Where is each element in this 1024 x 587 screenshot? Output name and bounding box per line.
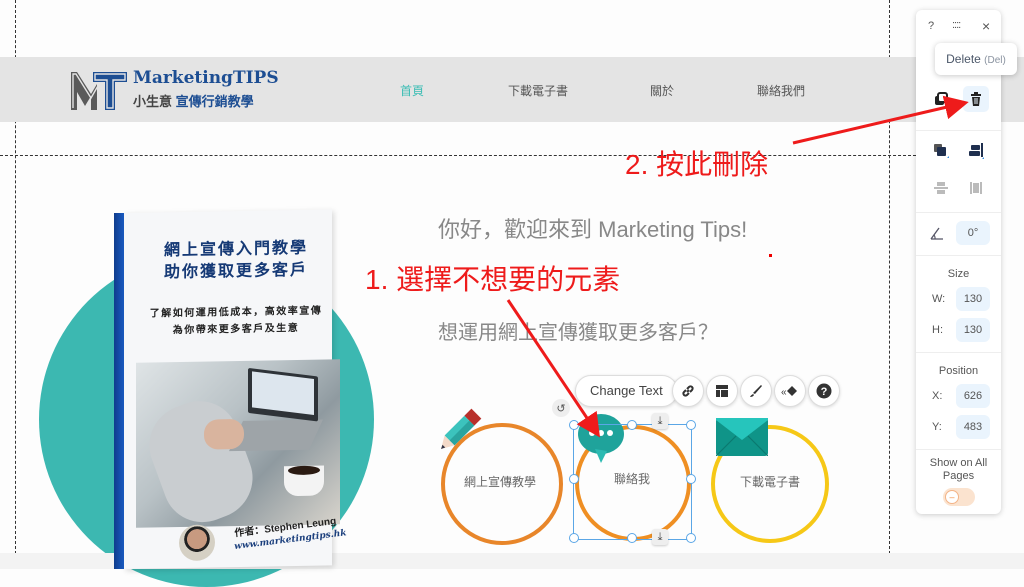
distribute-icon [934, 182, 948, 194]
ring-tutorial-label: 網上宣傳教學 [464, 475, 537, 489]
resize-handle-right[interactable] [686, 474, 696, 484]
delete-button[interactable] [963, 86, 989, 112]
layout-icon [716, 385, 728, 397]
animation-icon: « [781, 386, 797, 398]
ebook-cover[interactable]: 網上宣傳入門教學 助你獲取更多客戶 了解如何運用低成本，高效率宣傳 為你帶來更多… [114, 209, 347, 570]
panel-divider [916, 352, 1001, 353]
book-spine [114, 213, 124, 569]
panel-divider [916, 130, 1001, 131]
pencil-icon [434, 408, 482, 456]
distribute-vertical-button[interactable] [963, 175, 989, 201]
book-title-line2: 助你獲取更多客戶 [163, 261, 308, 282]
photo-arm [138, 389, 264, 528]
x-position-input[interactable]: 626 [956, 384, 990, 408]
logo-title: MarketingTIPS [133, 68, 279, 88]
x-label: X: [932, 390, 943, 402]
photo-hand [204, 418, 244, 450]
link-button[interactable] [672, 375, 704, 407]
author-avatar [179, 524, 215, 562]
animation-button[interactable]: « [774, 375, 806, 407]
brush-icon [750, 385, 762, 397]
logo-subtitle: 小生意 宣傳行銷教學 [133, 91, 254, 110]
height-input[interactable]: 130 [956, 318, 990, 342]
design-button[interactable] [740, 375, 772, 407]
panel-divider [916, 449, 1001, 450]
width-label: W: [932, 293, 946, 305]
mt-logo-icon [69, 68, 127, 112]
panel-divider [916, 212, 1001, 213]
nav-about[interactable]: 關於 [650, 82, 674, 99]
drag-handle-icon[interactable]: :::: [952, 19, 961, 31]
layout-button[interactable] [706, 375, 738, 407]
book-cover-photo [136, 359, 340, 528]
book-subtitle: 了解如何運用低成本，高效率宣傳 為你帶來更多客戶及生意 [136, 302, 336, 339]
svg-text:?: ? [821, 386, 828, 398]
rotate-icon[interactable]: ↺ [552, 399, 570, 417]
resize-handle-bottom-right[interactable] [686, 533, 696, 543]
width-input[interactable]: 130 [956, 287, 990, 311]
resize-handle-bottom-left[interactable] [569, 533, 579, 543]
logo-subtitle-b: 宣傳行銷教學 [175, 94, 254, 109]
distribute-horizontal-button[interactable] [928, 175, 954, 201]
book-cover-face: 網上宣傳入門教學 助你獲取更多客戶 了解如何運用低成本，高效率宣傳 為你帶來更多… [124, 209, 347, 570]
layers-icon [934, 144, 949, 158]
show-on-all-pages-label: Show on All Pages [929, 457, 988, 482]
tooltip-shortcut: (Del) [984, 55, 1006, 66]
help-button[interactable]: ? [808, 375, 840, 407]
book-subtitle-line1: 了解如何運用低成本，高效率宣傳 [149, 305, 323, 320]
annotation-step2: 2. 按此刪除 [625, 149, 769, 180]
annotation-dot [769, 254, 772, 257]
nav-download-ebook[interactable]: 下載電子書 [508, 82, 568, 99]
element-settings-panel: ? :::: × 0° Size W: 130 H: 130 Position … [916, 10, 1001, 514]
show-on-all-pages-toggle[interactable]: – [943, 488, 975, 506]
resize-handle-top[interactable] [627, 420, 637, 430]
nav-contact-us[interactable]: 聯絡我們 [757, 82, 805, 99]
nav-home[interactable]: 首頁 [400, 82, 424, 99]
envelope-icon [716, 418, 768, 456]
panel-divider [916, 255, 1001, 256]
y-label: Y: [932, 421, 942, 433]
annotation-step1: 1. 選擇不想要的元素 [365, 264, 621, 295]
toggle-off-icon: – [945, 490, 959, 504]
rotation-input[interactable]: 0° [956, 221, 990, 245]
ring-ebook-label: 下載電子書 [740, 475, 801, 489]
delete-tooltip: Delete (Del) [935, 43, 1017, 75]
close-icon[interactable]: × [982, 18, 990, 34]
help-icon: ? [816, 383, 832, 399]
book-subtitle-line2: 為你帶來更多客戶及生意 [172, 322, 300, 337]
tooltip-label: Delete [946, 52, 981, 66]
stretch-icon [970, 182, 982, 194]
link-icon [682, 385, 694, 397]
align-right-icon [969, 143, 984, 159]
guide-line-horizontal [0, 155, 916, 156]
download-arrow-icon-top[interactable]: ⤓ [652, 413, 668, 429]
question-heading[interactable]: 想運用網上宣傳獲取更多客戶？ [438, 316, 718, 345]
photo-laptop [248, 367, 318, 422]
site-logo[interactable]: MarketingTIPS 小生意 宣傳行銷教學 [69, 68, 279, 112]
trash-icon [971, 92, 981, 106]
download-arrow-icon-bottom[interactable]: ⤓ [652, 529, 668, 545]
duplicate-button[interactable] [928, 86, 954, 112]
resize-handle-top-right[interactable] [686, 420, 696, 430]
align-button[interactable] [963, 138, 989, 164]
size-label: Size [947, 268, 970, 280]
duplicate-icon [935, 92, 948, 105]
resize-handle-bottom[interactable] [627, 533, 637, 543]
svg-text:«: « [781, 387, 787, 398]
position-label: Position [938, 365, 979, 377]
arrange-button[interactable] [928, 138, 954, 164]
height-label: H: [932, 324, 943, 336]
greeting-heading[interactable]: 你好，歡迎來到 Marketing Tips! [438, 212, 747, 244]
resize-handle-top-left[interactable] [569, 420, 579, 430]
y-position-input[interactable]: 483 [956, 415, 990, 439]
resize-handle-left[interactable] [569, 474, 579, 484]
rotation-angle-icon [930, 226, 944, 240]
logo-subtitle-a: 小生意 [133, 94, 173, 109]
change-text-button[interactable]: Change Text [575, 375, 678, 407]
book-title: 網上宣傳入門教學 助你獲取更多客戶 [136, 237, 336, 284]
selection-box[interactable] [573, 424, 692, 540]
help-icon[interactable]: ? [928, 20, 934, 32]
